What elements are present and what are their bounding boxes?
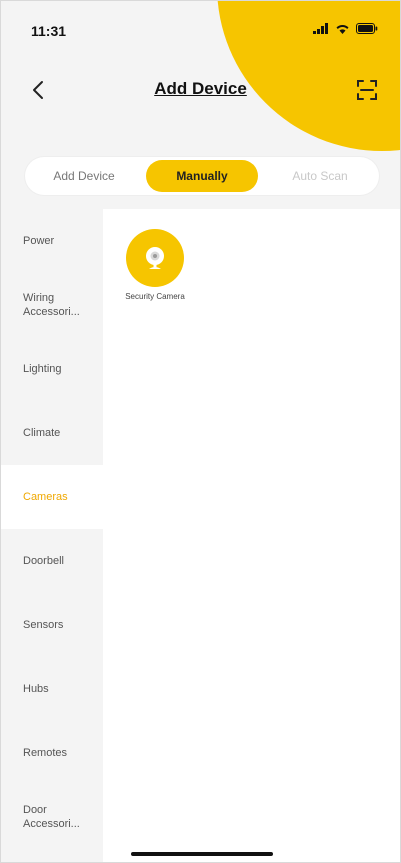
tab-auto-scan[interactable]: Auto Scan (264, 160, 376, 192)
battery-icon (356, 23, 378, 34)
nav-bar: Add Device (1, 71, 400, 111)
category-sidebar: Power Wiring Accessori... Lighting Clima… (1, 209, 103, 862)
sidebar-item-remotes[interactable]: Remotes (1, 721, 103, 785)
sidebar-item-lighting[interactable]: Lighting (1, 337, 103, 401)
sidebar-item-sensors[interactable]: Sensors (1, 593, 103, 657)
scan-button[interactable] (354, 77, 380, 103)
app-screen: 11:31 Add Device Add Device Manually Aut… (0, 0, 401, 863)
device-icon-wrapper (126, 229, 184, 287)
wifi-icon (336, 25, 349, 34)
scan-icon (357, 80, 377, 100)
sidebar-item-door-accessories[interactable]: Door Accessori... (1, 785, 103, 849)
tab-add-device[interactable]: Add Device (28, 160, 140, 192)
sidebar-item-climate[interactable]: Climate (1, 401, 103, 465)
home-indicator[interactable] (131, 852, 273, 856)
status-time: 11:31 (31, 23, 67, 39)
tab-manually[interactable]: Manually (146, 160, 258, 192)
status-icons (313, 23, 378, 34)
status-bar: 11:31 (1, 1, 400, 51)
page-title: Add Device (154, 79, 247, 98)
device-label: Security Camera (125, 292, 185, 301)
camera-icon (146, 247, 164, 269)
mode-tabs: Add Device Manually Auto Scan (25, 157, 379, 195)
device-tile-security-camera[interactable]: Security Camera (115, 229, 195, 301)
sidebar-item-doorbell[interactable]: Doorbell (1, 529, 103, 593)
sidebar-item-wiring-accessories[interactable]: Wiring Accessori... (1, 273, 103, 337)
sidebar-item-cameras[interactable]: Cameras (1, 465, 103, 529)
device-list: Security Camera (103, 209, 400, 862)
cellular-signal-icon (313, 23, 328, 34)
sidebar-item-hubs[interactable]: Hubs (1, 657, 103, 721)
sidebar-item-power[interactable]: Power (1, 209, 103, 273)
